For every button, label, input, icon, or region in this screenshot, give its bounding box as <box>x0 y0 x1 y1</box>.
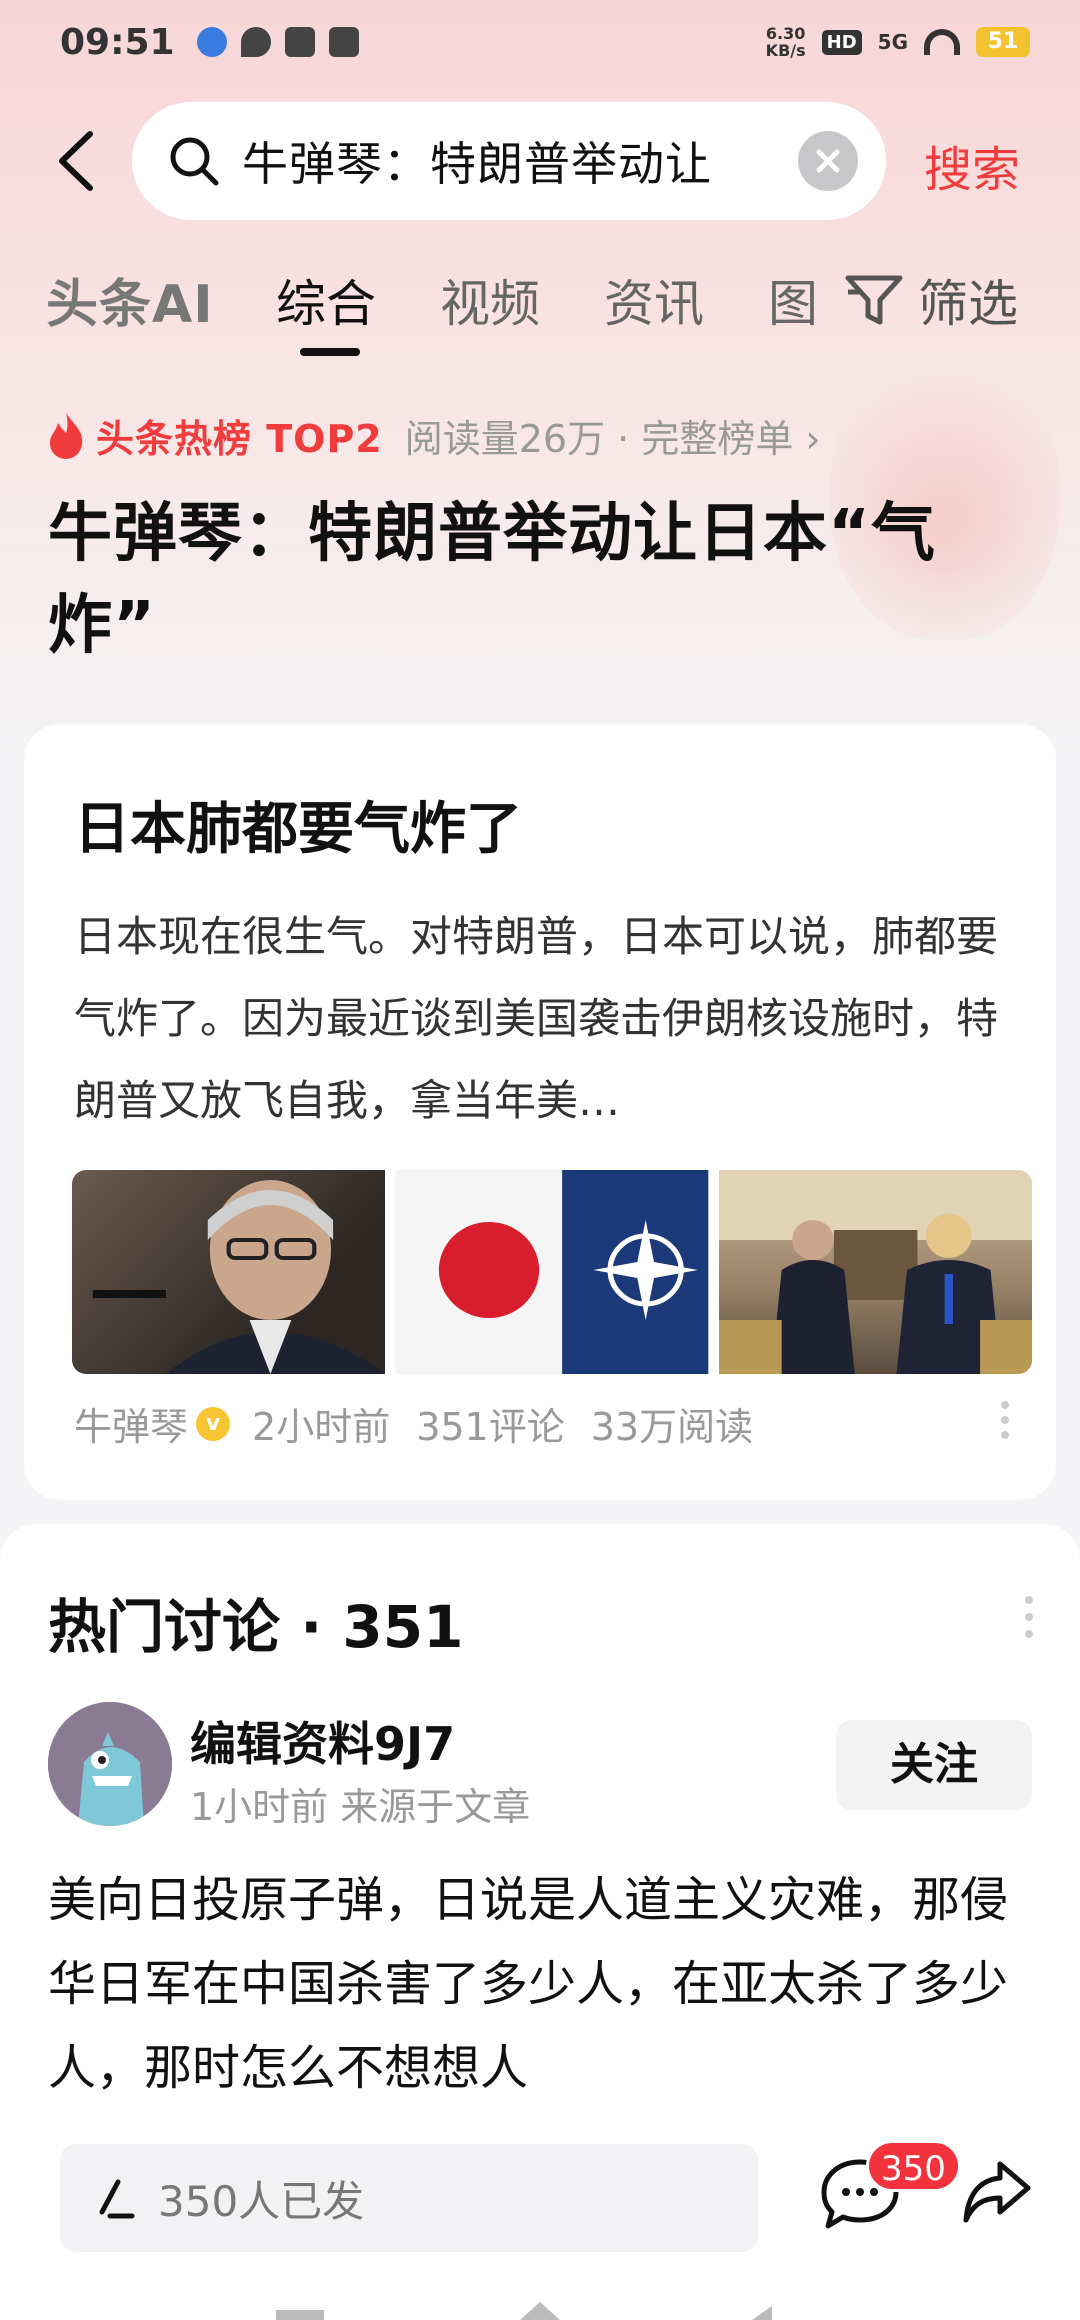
commenter-name[interactable]: 编辑资料9J7 <box>190 1708 455 1774</box>
baidu-paw-icon <box>196 27 227 57</box>
tab-video[interactable]: 视频 <box>440 264 540 336</box>
comment-text[interactable]: 美向日投原子弹，日说是人道主义灾难，那侵华日军在中国杀害了多少人，在亚太杀了多少… <box>48 1858 1028 2094</box>
article-author[interactable]: 牛弹琴 <box>74 1396 188 1451</box>
active-tab-indicator <box>300 348 360 356</box>
article-comments: 351评论 <box>416 1405 565 1449</box>
notification-icons <box>196 27 359 57</box>
filter-button[interactable]: 筛选 <box>844 264 1018 336</box>
status-time: 09:51 <box>60 21 175 63</box>
article-image-meeting[interactable] <box>718 1170 1032 1374</box>
article-images[interactable] <box>72 1170 1032 1374</box>
filter-label: 筛选 <box>918 275 1018 333</box>
bottom-action-bar: 350人已发 350 <box>0 2124 1080 2320</box>
more-options-icon[interactable] <box>1000 1400 1010 1440</box>
search-input[interactable]: 牛弹琴：特朗普举动让 <box>132 102 886 220</box>
share-icon[interactable] <box>960 2154 1034 2228</box>
tab-toutiao-ai[interactable]: 头条AI <box>46 262 214 337</box>
article-summary: 日本现在很生气。对特朗普，日本可以说，肺都要气炸了。因为最近谈到美国袭击伊朗核设… <box>74 912 999 1125</box>
discussion-more-icon[interactable] <box>1024 1594 1034 1640</box>
portrait-illustration <box>92 1180 386 1374</box>
article-image-portrait[interactable] <box>72 1170 386 1374</box>
avatar-monster-icon <box>48 1702 172 1826</box>
filter-icon <box>845 275 903 325</box>
back-arrow-icon[interactable] <box>46 128 112 194</box>
speed-unit: KB/s <box>765 41 806 60</box>
article-meta: 牛弹琴 v 2小时前 351评论 33万阅读 <box>74 1396 779 1451</box>
status-right: 6.30 KB/s HD 5G 51 <box>766 25 1030 59</box>
verified-badge-icon: v <box>196 1406 231 1441</box>
avatar[interactable] <box>48 1702 172 1826</box>
flags-illustration <box>395 1170 709 1374</box>
location-icon <box>240 27 271 57</box>
wifi-icon <box>924 29 960 55</box>
comment-input[interactable]: 350人已发 <box>60 2144 758 2252</box>
pen-icon <box>99 2179 135 2219</box>
article-reads: 33万阅读 <box>590 1405 754 1449</box>
hot-list-label: 头条热榜 TOP2 <box>96 417 383 461</box>
topic-headline: 牛弹琴：特朗普举动让日本“气炸” <box>48 497 937 663</box>
app-square-icon <box>328 27 359 57</box>
result-tabs: 头条AI 综合 视频 资讯 图 筛选 <box>0 250 1080 360</box>
article-card[interactable]: 日本肺都要气炸了 日本现在很生气。对特朗普，日本可以说，肺都要气炸了。因为最近谈… <box>24 724 1056 1500</box>
search-icon <box>170 137 219 186</box>
calendar-icon <box>284 27 315 57</box>
signal-icon: 5G <box>877 30 908 54</box>
hot-discussion-section: 热门讨论 · 351 编辑资料9J7 1小时前 来源于文章 关注 美向日投原子弹… <box>0 1524 1080 2144</box>
tab-comprehensive[interactable]: 综合 <box>276 264 376 336</box>
meeting-illustration <box>718 1170 1032 1374</box>
hd-icon: HD <box>821 29 862 55</box>
search-row: 牛弹琴：特朗普举动让 搜索 <box>0 100 1080 222</box>
hot-list-meta[interactable]: 阅读量26万 · 完整榜单 › <box>405 408 821 463</box>
network-speed: 6.30 KB/s <box>766 25 806 59</box>
article-time: 2小时前 <box>252 1405 391 1449</box>
commenter-meta: 1小时前 来源于文章 <box>190 1785 531 1829</box>
comment-input-placeholder: 350人已发 <box>158 2176 365 2226</box>
hot-list-row[interactable]: 头条热榜 TOP2 阅读量26万 · 完整榜单 › <box>46 408 821 463</box>
close-icon <box>816 149 840 173</box>
article-image-flags[interactable] <box>395 1170 709 1374</box>
tab-news[interactable]: 资讯 <box>604 264 704 336</box>
search-button[interactable]: 搜索 <box>924 130 1020 200</box>
follow-button[interactable]: 关注 <box>836 1720 1032 1810</box>
comment-count-badge: 350 <box>866 2140 961 2192</box>
tab-images[interactable]: 图 <box>768 264 818 336</box>
article-title[interactable]: 日本肺都要气炸了 <box>74 784 522 865</box>
clear-icon[interactable] <box>798 131 858 191</box>
battery-icon: 51 <box>976 27 1030 57</box>
speed-value: 6.30 <box>765 24 806 43</box>
discussion-title: 热门讨论 · 351 <box>48 1593 464 1661</box>
status-bar: 09:51 6.30 KB/s HD 5G 51 <box>0 0 1080 84</box>
flame-icon <box>50 412 83 459</box>
system-nav-hints <box>276 2302 772 2320</box>
search-query[interactable]: 牛弹琴：特朗普举动让 <box>242 128 782 194</box>
